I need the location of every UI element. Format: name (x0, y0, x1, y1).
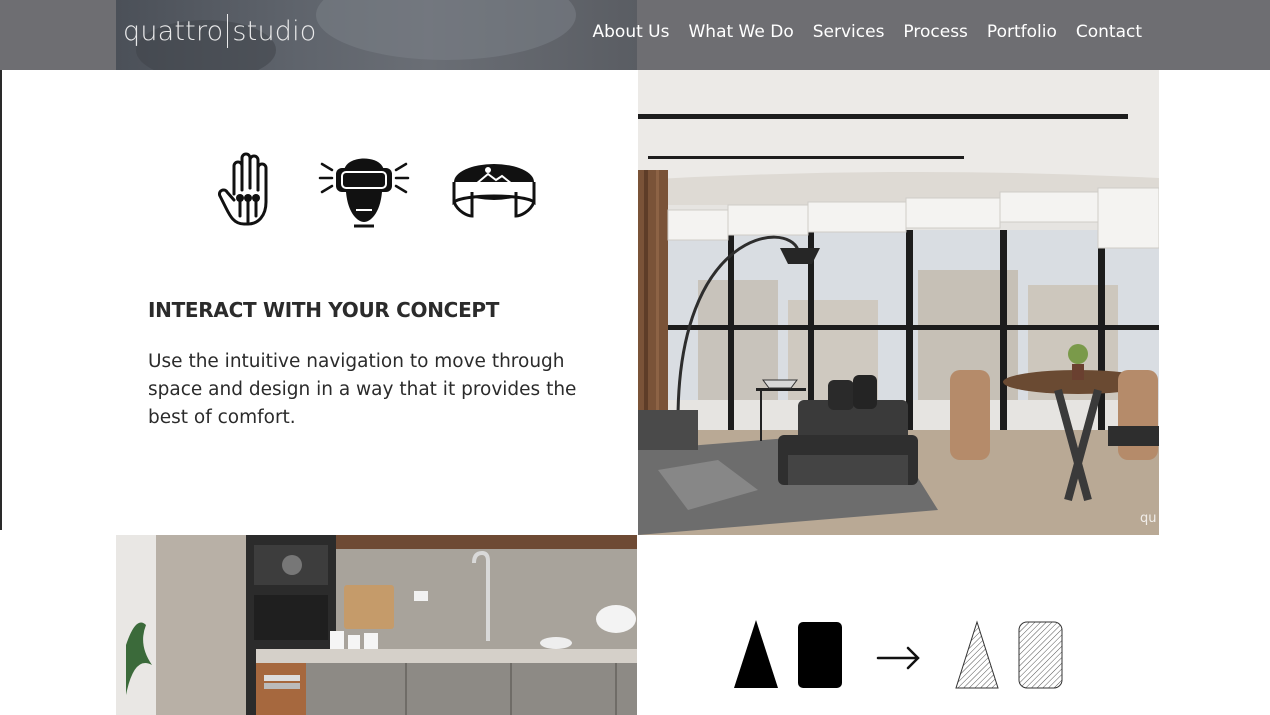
nav-about-us[interactable]: About Us (593, 22, 670, 42)
vr-headset-icon (318, 158, 410, 228)
solid-rectangle (798, 622, 842, 688)
panorama-icon (452, 164, 536, 218)
concept-description: Use the intuitive navigation to move thr… (148, 351, 577, 428)
image-watermark: qu (1140, 511, 1157, 526)
kitchen-image (116, 535, 637, 715)
concept-title: INTERACT WITH YOUR CONCEPT (148, 298, 500, 322)
logo-divider (227, 14, 229, 48)
hatched-rectangle (1018, 621, 1063, 689)
hatched-triangle (955, 620, 999, 689)
site-logo[interactable]: quattro studio (123, 14, 317, 48)
shape-transform-diagram (734, 620, 1063, 689)
logo-text-studio: studio (232, 15, 317, 47)
main-nav: About Us What We Do Services Process Por… (593, 22, 1142, 42)
site-header: quattro studio About Us What We Do Servi… (0, 0, 1270, 70)
hand-gesture-icon (218, 152, 268, 226)
left-border-line (0, 70, 2, 530)
nav-portfolio[interactable]: Portfolio (987, 22, 1057, 42)
solid-triangle (734, 620, 778, 688)
nav-process[interactable]: Process (903, 22, 968, 42)
living-room-image: qu (638, 70, 1159, 535)
arrow-right-icon (876, 646, 920, 670)
nav-contact[interactable]: Contact (1076, 22, 1142, 42)
nav-what-we-do[interactable]: What We Do (688, 22, 793, 42)
nav-services[interactable]: Services (813, 22, 885, 42)
logo-text-quattro: quattro (123, 15, 224, 47)
